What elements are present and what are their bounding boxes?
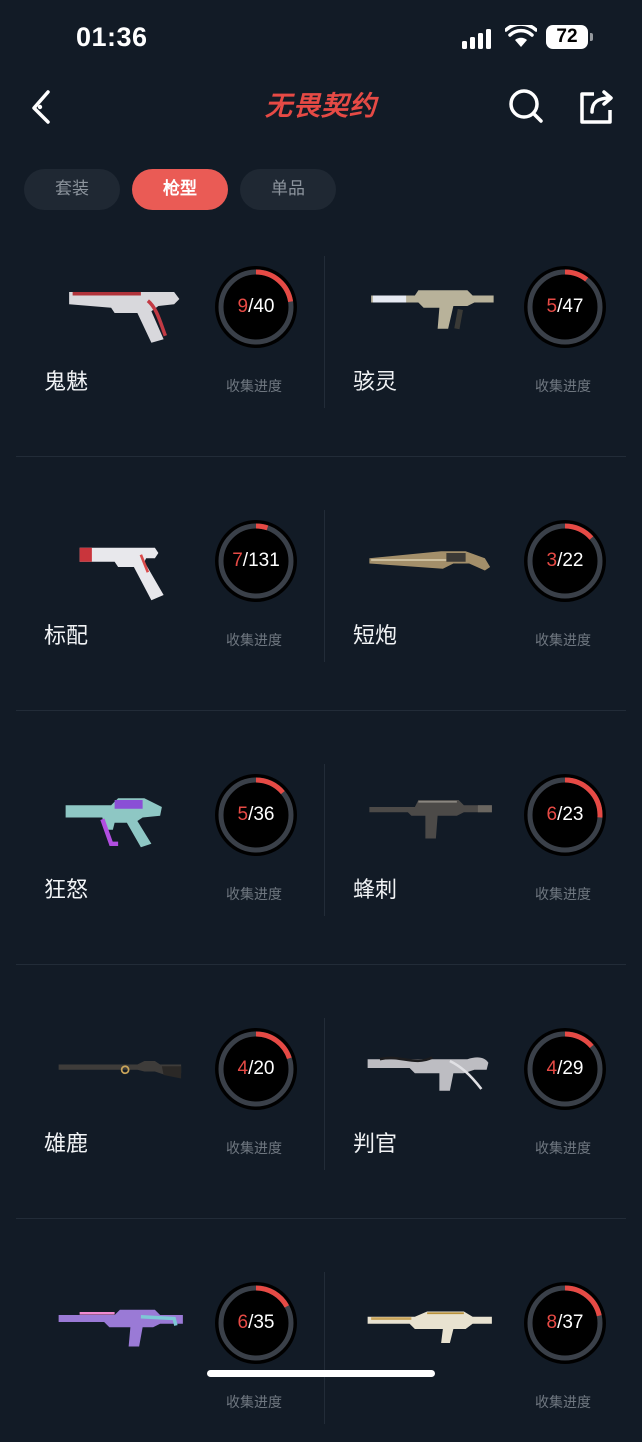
row-divider [16,1218,626,1219]
total-count: 40 [253,296,275,317]
home-indicator [207,1370,435,1377]
total-count: 22 [562,550,584,571]
row-divider [16,710,626,711]
collection-count: 6/35 [215,1282,297,1364]
tab-single-items[interactable]: 单品 [240,169,336,210]
total-count: 35 [253,1312,275,1333]
weapon-card[interactable]: 判官 4/29 收集进度 [325,1018,635,1188]
weapon-card[interactable]: 雄鹿 4/20 收集进度 [16,1018,326,1188]
collection-count: 3/22 [524,520,606,602]
wifi-icon [505,25,537,47]
weapon-card[interactable]: 狂怒 5/36 收集进度 [16,764,326,934]
owned-count: 7 [232,550,243,571]
app-title: 无畏契约 [265,91,377,122]
frenzy-pistol-icon [65,798,162,848]
classic-pistol-icon [79,547,164,601]
tab-suits[interactable]: 套装 [24,169,120,210]
back-arrow-icon[interactable] [20,82,64,126]
weapon-card[interactable]: 标配 7/131 收集进度 [16,510,326,680]
owned-count: 5 [546,296,558,317]
progress-label: 收集进度 [535,1141,591,1157]
owned-count: 5 [237,804,249,825]
collection-count: 7/131 [215,520,297,602]
collection-count: 5/36 [215,774,297,856]
weapon-card[interactable]: 8/37 收集进度 [325,1272,635,1442]
collection-count: 6/23 [524,774,606,856]
progress-label: 收集进度 [535,379,591,395]
total-count: 36 [253,804,275,825]
weapon-card[interactable]: 短炮 3/22 收集进度 [325,510,635,680]
weapon-name: 雄鹿 [44,1132,89,1157]
tab-weapon-types[interactable]: 枪型 [132,169,228,210]
weapon-card[interactable]: 6/35 收集进度 [16,1272,326,1442]
judge-shotgun-icon [367,1056,489,1091]
weapon-name: 蜂刺 [353,878,398,903]
marshal-rifle-icon [58,1061,182,1079]
weapon-name: 短炮 [353,624,398,649]
search-icon[interactable] [503,82,547,126]
weapon-card[interactable]: 蜂刺 6/23 收集进度 [325,764,635,934]
collection-count: 4/20 [215,1028,297,1110]
total-count: 37 [562,1312,584,1333]
weapon-name: 狂怒 [44,878,89,903]
nav-bar: 无畏契约 [0,76,642,140]
collection-count: 5/47 [524,266,606,348]
owned-count: 9 [237,296,249,317]
status-time: 01:36 [76,22,148,52]
progress-label: 收集进度 [226,379,282,395]
rifle-gold-icon [367,1311,492,1343]
weapon-name: 标配 [44,624,89,649]
collection-count: 8/37 [524,1282,606,1364]
progress-label: 收集进度 [226,1141,282,1157]
weapon-name: 判官 [353,1132,398,1157]
collection-count: 4/29 [524,1028,606,1110]
owned-count: 4 [237,1058,249,1079]
collection-count: 9/40 [215,266,297,348]
status-bar: 01:36 72 [0,0,642,76]
owned-count: 4 [546,1058,558,1079]
progress-label: 收集进度 [226,633,282,649]
weapon-name: 骇灵 [353,370,398,395]
weapon-card[interactable]: 骇灵 5/47 收集进度 [325,256,635,426]
progress-label: 收集进度 [226,887,282,903]
spectre-smg-icon [371,290,494,330]
battery-cap [590,33,593,41]
cellular-signal-icon [462,27,494,49]
total-count: 20 [253,1058,275,1079]
weapon-name: 鬼魅 [44,370,89,395]
total-count: 47 [562,296,584,317]
row-divider [16,456,626,457]
bucky-shotgun-icon [369,551,491,571]
owned-count: 6 [546,804,558,825]
share-icon[interactable] [574,82,618,126]
owned-count: 6 [237,1312,249,1333]
ghost-pistol-icon [69,292,180,343]
progress-label: 收集进度 [226,1395,282,1411]
total-count: 131 [248,550,280,571]
rifle-purple-icon [58,1309,183,1347]
owned-count: 8 [546,1312,558,1333]
progress-label: 收集进度 [535,887,591,903]
stinger-smg-icon [369,800,492,839]
total-count: 23 [562,804,584,825]
progress-label: 收集进度 [535,1395,591,1411]
progress-label: 收集进度 [535,633,591,649]
total-count: 29 [562,1058,584,1079]
weapon-card[interactable]: 鬼魅 9/40 收集进度 [16,256,326,426]
owned-count: 3 [546,550,558,571]
battery-icon: 72 [546,25,588,49]
row-divider [16,964,626,965]
